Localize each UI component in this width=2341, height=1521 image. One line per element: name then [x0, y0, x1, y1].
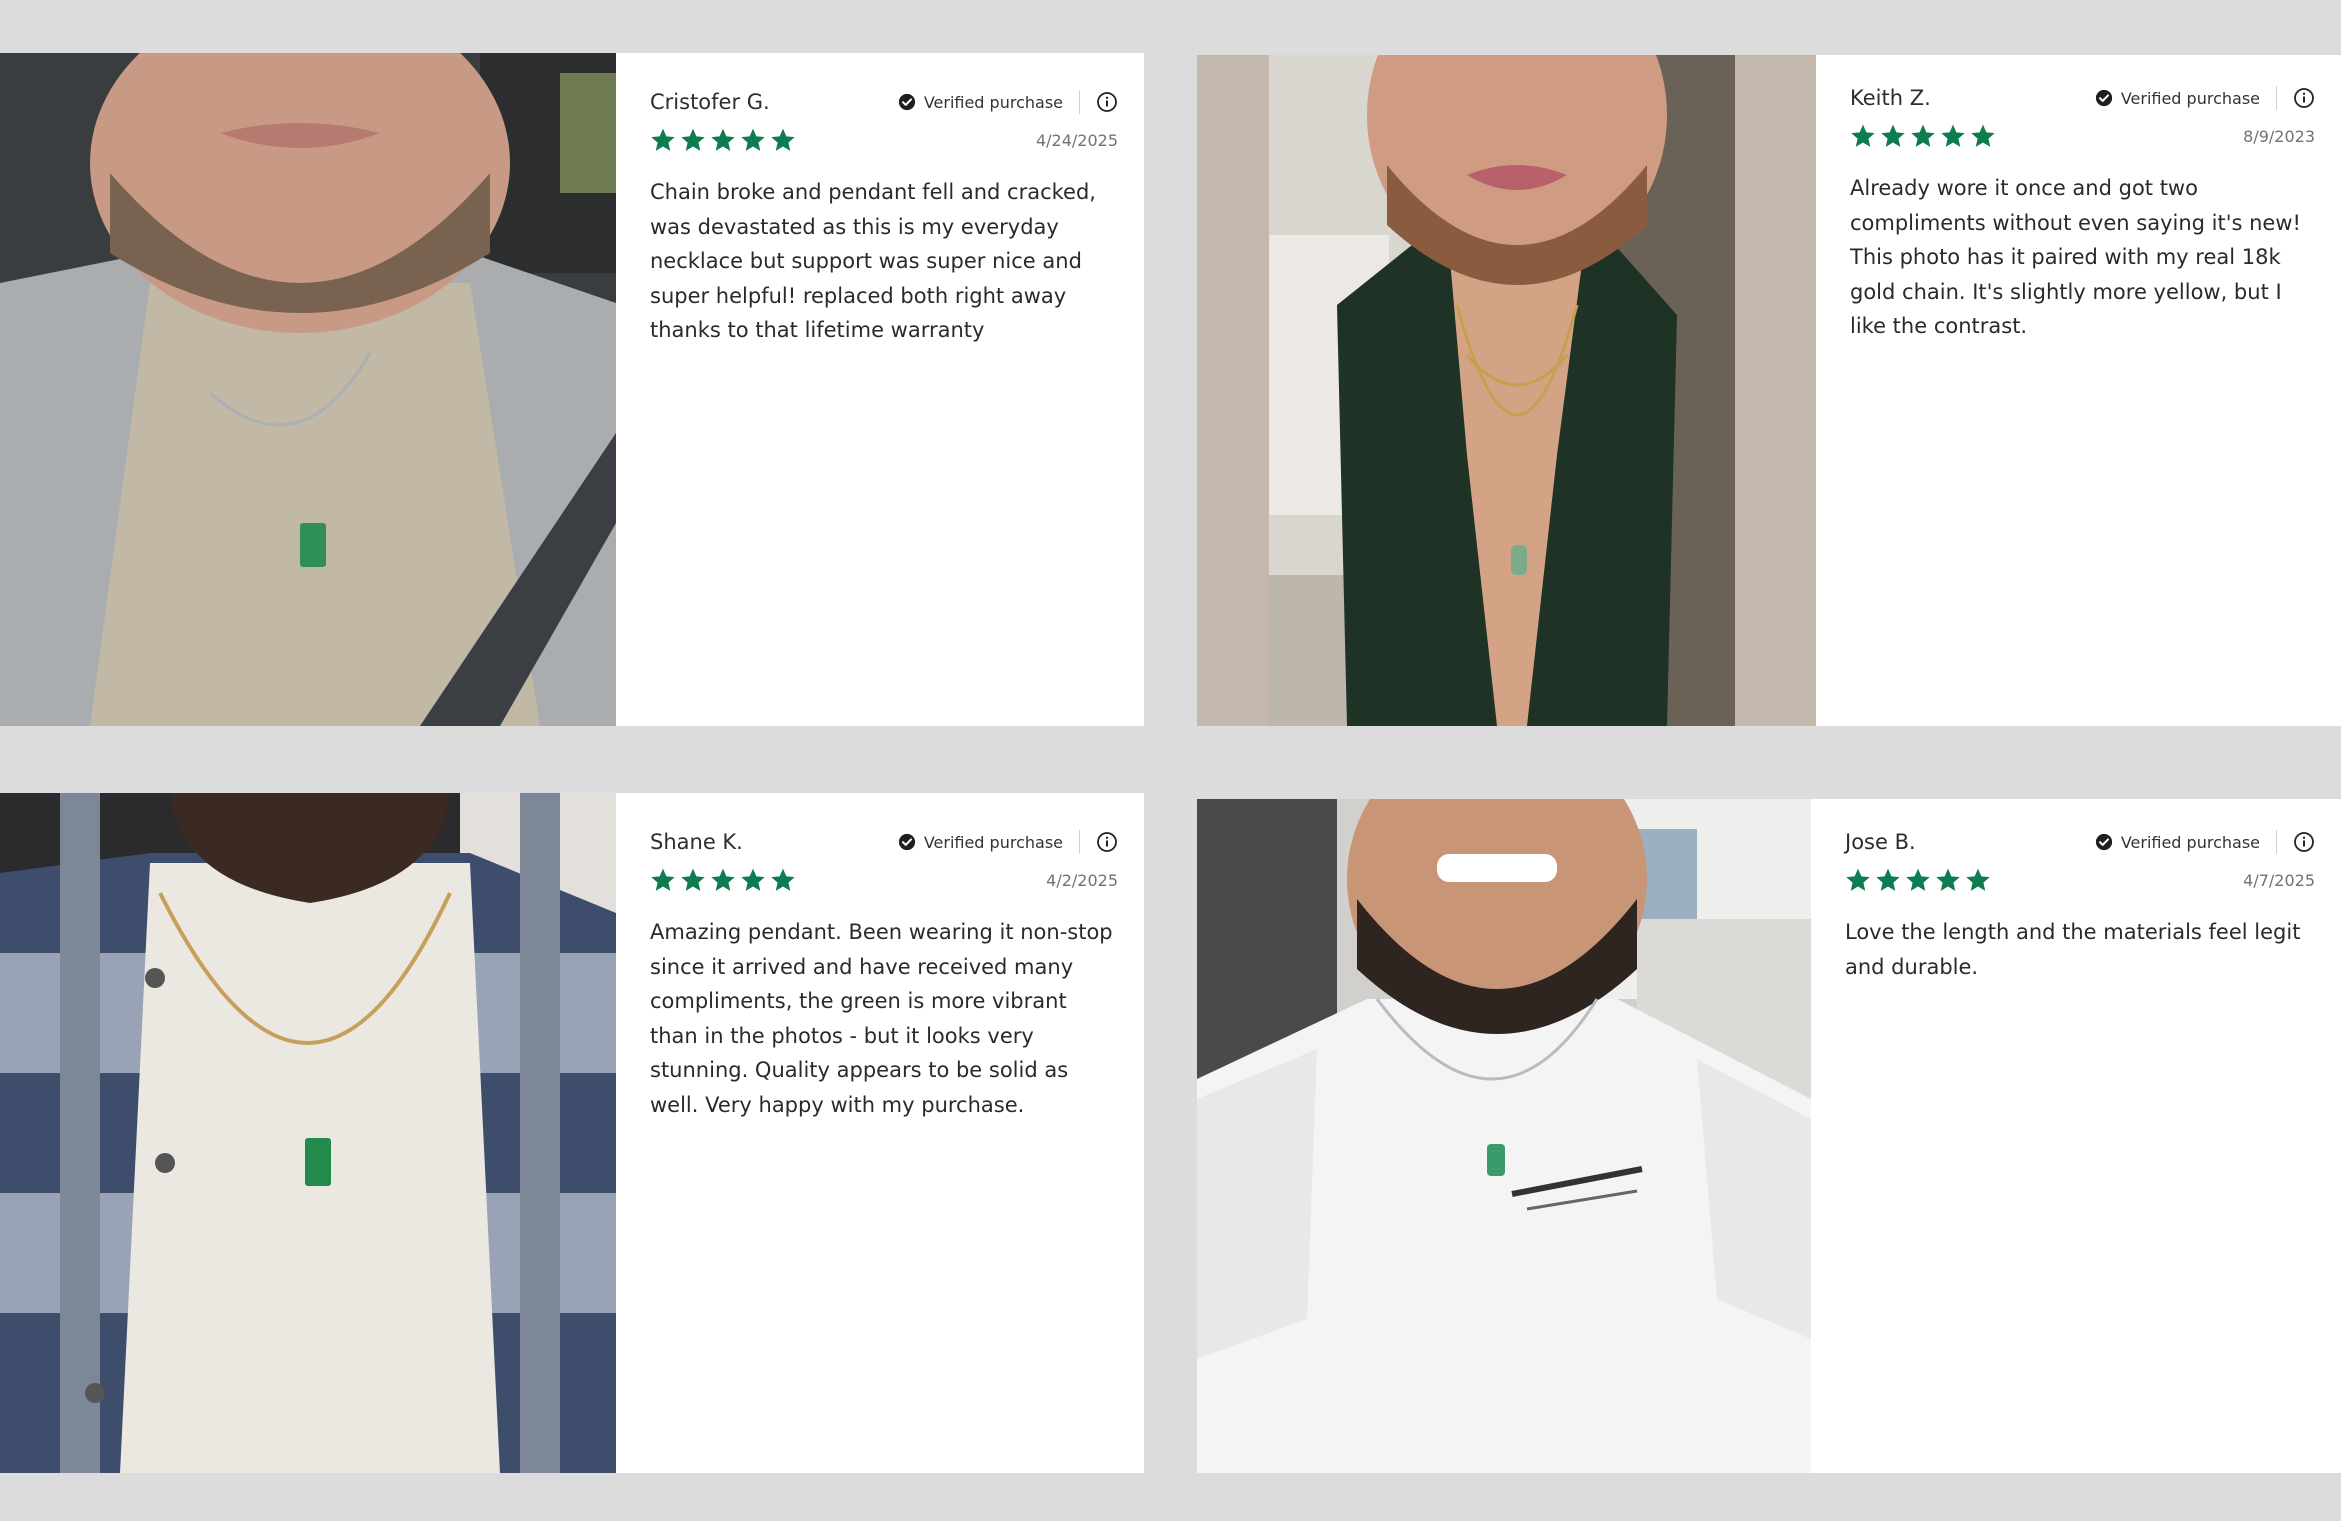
verified-purchase: Verified purchase	[2095, 830, 2315, 854]
review-photo[interactable]	[1197, 799, 1811, 1473]
info-icon[interactable]	[1096, 91, 1118, 113]
rating-row: 4/7/2025	[1845, 863, 2315, 897]
review-text: Love the length and the materials feel l…	[1845, 920, 2301, 979]
star-icon	[1935, 867, 1961, 893]
review-text: Already wore it once and got two complim…	[1850, 176, 2301, 338]
info-icon[interactable]	[1096, 831, 1118, 853]
verified-purchase: Verified purchase	[898, 830, 1118, 854]
review-photo-image	[0, 53, 616, 726]
star-icon	[650, 127, 676, 153]
info-icon[interactable]	[2293, 831, 2315, 853]
review-body: Keith Z. Verified purchase 8/9/2023 Alre…	[1816, 55, 2341, 726]
star-icon	[1845, 867, 1871, 893]
divider	[1079, 90, 1080, 114]
review-body: Shane K. Verified purchase 4/2/2025 Amaz…	[616, 793, 1144, 1473]
star-icon	[1965, 867, 1991, 893]
star-icon	[770, 867, 796, 893]
divider	[2276, 830, 2277, 854]
star-icon	[680, 867, 706, 893]
star-icon	[770, 127, 796, 153]
reviewer-name: Cristofer G.	[650, 90, 770, 114]
verified-purchase: Verified purchase	[2095, 86, 2315, 110]
reviewer-name: Jose B.	[1845, 830, 1916, 854]
rating-row: 4/24/2025	[650, 123, 1118, 157]
divider	[1079, 830, 1080, 854]
verified-check-icon	[898, 93, 916, 111]
review-photo[interactable]	[0, 53, 616, 726]
star-icon	[650, 867, 676, 893]
verified-check-icon	[2095, 89, 2113, 107]
star-icon	[740, 867, 766, 893]
star-icon	[1875, 867, 1901, 893]
review-text: Amazing pendant. Been wearing it non-sto…	[650, 920, 1113, 1117]
review-date: 4/2/2025	[1046, 870, 1118, 890]
verified-purchase: Verified purchase	[898, 90, 1118, 114]
verified-check-icon	[2095, 833, 2113, 851]
verified-check-icon	[898, 833, 916, 851]
review-date: 8/9/2023	[2243, 126, 2315, 146]
star-icon	[710, 867, 736, 893]
review-header: Cristofer G. Verified purchase	[650, 81, 1118, 123]
review-photo[interactable]	[0, 793, 616, 1473]
star-icon	[710, 127, 736, 153]
star-icon	[680, 127, 706, 153]
reviewer-name: Keith Z.	[1850, 86, 1931, 110]
review-body: Cristofer G. Verified purchase 4/24/2025…	[616, 53, 1144, 726]
star-rating	[650, 127, 796, 153]
reviewer-name: Shane K.	[650, 830, 743, 854]
verified-label: Verified purchase	[2120, 832, 2260, 852]
review-date: 4/7/2025	[2243, 870, 2315, 890]
verified-label: Verified purchase	[2120, 88, 2260, 108]
verified-label: Verified purchase	[923, 832, 1063, 852]
review-photo[interactable]	[1197, 55, 1816, 726]
review-header: Keith Z. Verified purchase	[1850, 77, 2315, 119]
star-icon	[1940, 123, 1966, 149]
star-icon	[740, 127, 766, 153]
review-photo-image	[0, 793, 616, 1473]
review-header: Jose B. Verified purchase	[1845, 821, 2315, 863]
star-icon	[1850, 123, 1876, 149]
rating-row: 8/9/2023	[1850, 119, 2315, 153]
star-icon	[1970, 123, 1996, 149]
review-body: Jose B. Verified purchase 4/7/2025 Love …	[1811, 799, 2341, 1473]
star-rating	[1845, 867, 1991, 893]
star-icon	[1905, 867, 1931, 893]
verified-label: Verified purchase	[923, 92, 1063, 112]
review-card: Cristofer G. Verified purchase 4/24/2025…	[0, 53, 1144, 726]
star-icon	[1880, 123, 1906, 149]
review-photo-image	[1197, 55, 1816, 726]
review-photo-image	[1197, 799, 1811, 1473]
rating-row: 4/2/2025	[650, 863, 1118, 897]
star-rating	[650, 867, 796, 893]
review-card: Jose B. Verified purchase 4/7/2025 Love …	[1197, 799, 2341, 1473]
divider	[2276, 86, 2277, 110]
review-date: 4/24/2025	[1035, 130, 1118, 150]
review-text: Chain broke and pendant fell and cracked…	[650, 180, 1096, 342]
review-card: Shane K. Verified purchase 4/2/2025 Amaz…	[0, 793, 1144, 1473]
review-header: Shane K. Verified purchase	[650, 821, 1118, 863]
star-icon	[1910, 123, 1936, 149]
star-rating	[1850, 123, 1996, 149]
review-card: Keith Z. Verified purchase 8/9/2023 Alre…	[1197, 55, 2341, 726]
info-icon[interactable]	[2293, 87, 2315, 109]
